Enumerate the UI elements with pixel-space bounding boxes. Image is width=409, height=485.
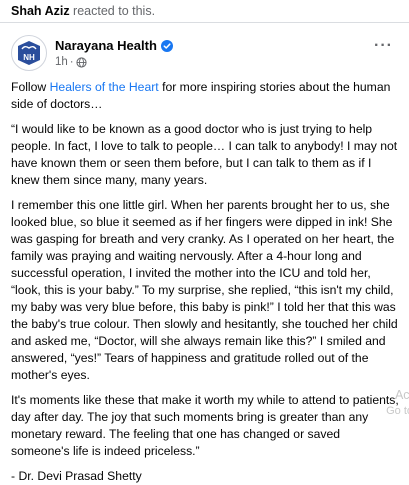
narayana-logo-icon: NH (18, 41, 40, 65)
page-name[interactable]: Narayana Health (55, 38, 157, 53)
globe-icon (76, 56, 87, 68)
reaction-notice: Shah Aziz reacted to this. (0, 0, 409, 23)
post-intro: Follow Healers of the Heart for more ins… (11, 79, 399, 113)
verified-badge-icon (160, 39, 173, 52)
svg-text:NH: NH (23, 53, 35, 62)
meta-separator: · (69, 56, 74, 68)
healers-link[interactable]: Healers of the Heart (50, 80, 159, 94)
post-header: NH Narayana Health 1h · ··· (0, 23, 409, 79)
page-avatar[interactable]: NH (11, 35, 47, 71)
post-signature: - Dr. Devi Prasad Shetty (11, 469, 142, 483)
page-name-row: Narayana Health (55, 38, 173, 53)
activation-watermark-line1: Act (394, 388, 409, 402)
more-options-button[interactable]: ··· (374, 37, 393, 55)
post-time[interactable]: 1h (55, 56, 68, 68)
post-meta: 1h · (55, 56, 87, 68)
post-body: Follow Healers of the Heart for more ins… (0, 79, 409, 485)
reaction-text: reacted to this. (69, 4, 156, 18)
intro-text: Follow (11, 80, 50, 94)
activation-watermark-line2: Go to (386, 405, 409, 417)
reactor-name[interactable]: Shah Aziz (11, 4, 70, 18)
post-paragraph-2: I remember this one little girl. When he… (11, 198, 398, 382)
post-paragraph-1: “I would like to be known as a good doct… (11, 122, 398, 187)
more-horizontal-icon: ··· (374, 37, 393, 54)
